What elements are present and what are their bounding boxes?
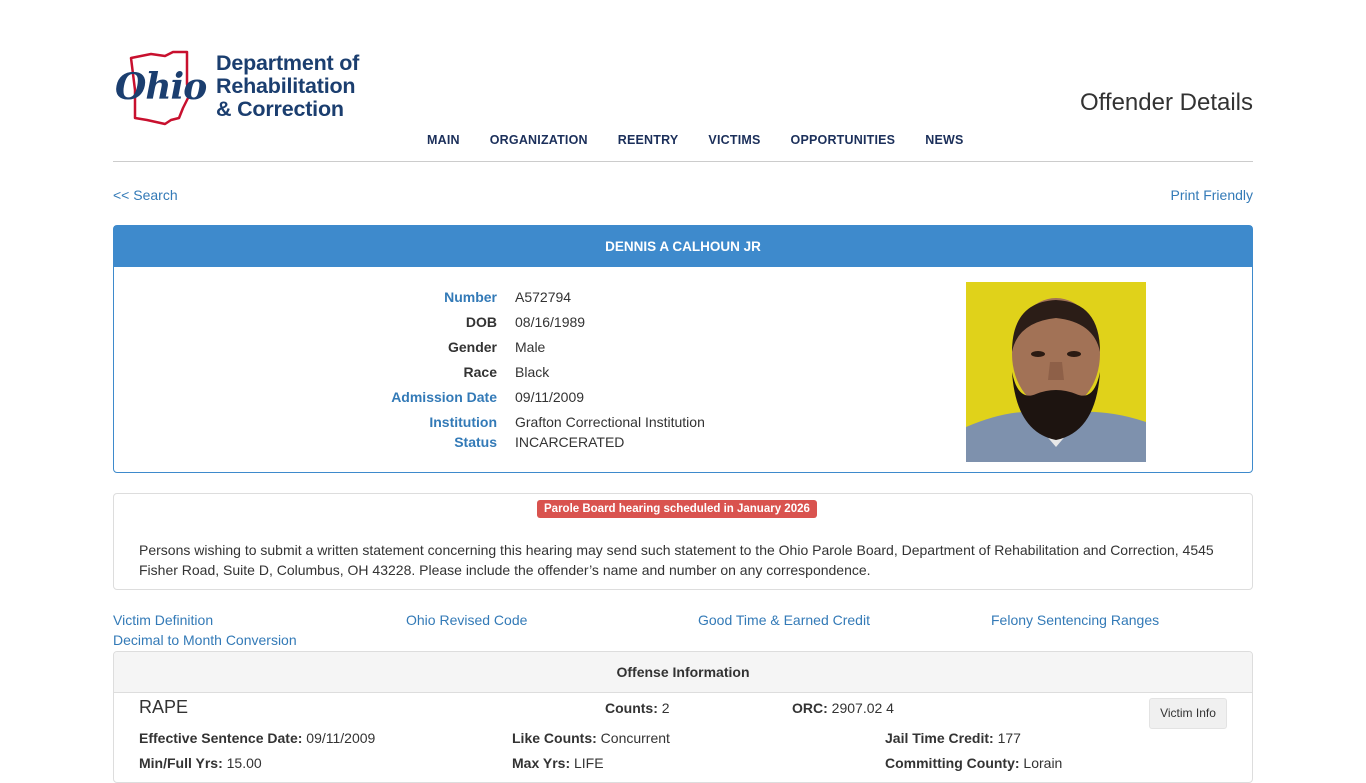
field-label-institution: Institution <box>429 414 497 430</box>
parole-hearing-badge: Parole Board hearing scheduled in Januar… <box>537 500 817 518</box>
field-value-race: Black <box>515 364 550 380</box>
like-counts-field: Like Counts: Concurrent <box>512 730 670 746</box>
field-label-gender: Gender <box>447 339 497 355</box>
field-value-status: INCARCERATED <box>515 434 625 450</box>
like-counts-value: Concurrent <box>600 730 670 746</box>
field-value-institution: Grafton Correctional Institution <box>515 414 705 430</box>
max-years-label: Max Yrs: <box>512 755 571 771</box>
print-friendly-link[interactable]: Print Friendly <box>1171 187 1253 203</box>
min-full-years-label: Min/Full Yrs: <box>139 755 223 771</box>
victim-definition-link[interactable]: Victim Definition <box>113 612 213 628</box>
logo-wordmark: Department of Rehabilitation & Correctio… <box>216 52 359 121</box>
orc-value: 2907.02 4 <box>831 700 894 716</box>
parole-notice-text: Persons wishing to submit a written stat… <box>139 542 1214 578</box>
logo-line-1: Department of <box>216 51 360 75</box>
offense-name: RAPE <box>139 697 189 717</box>
header-divider <box>113 161 1253 162</box>
logo-script-word: Ohio <box>115 66 207 108</box>
field-value-number: A572794 <box>515 289 572 305</box>
nav-reentry[interactable]: REENTRY <box>618 133 679 147</box>
field-label-number: Number <box>444 289 497 305</box>
logo-line-3: & Correction <box>216 97 344 121</box>
offender-panel: DENNIS A CALHOUN JR Number A572794 DOB 0… <box>113 225 1253 473</box>
good-time-earned-credit-link[interactable]: Good Time & Earned Credit <box>698 612 870 628</box>
main-nav: MAIN ORGANIZATION REENTRY VICTIMS OPPORT… <box>427 133 994 147</box>
effective-sentence-field: Effective Sentence Date: 09/11/2009 <box>139 730 375 746</box>
jail-time-credit-value: 177 <box>997 730 1021 746</box>
field-value-admission-date: 09/11/2009 <box>515 389 585 405</box>
nav-opportunities[interactable]: OPPORTUNITIES <box>791 133 896 147</box>
field-label-admission-date: Admission Date <box>391 389 497 405</box>
ohio-revised-code-link[interactable]: Ohio Revised Code <box>406 612 527 628</box>
field-label-race: Race <box>463 364 497 380</box>
nav-news[interactable]: NEWS <box>925 133 963 147</box>
min-full-years-field: Min/Full Yrs: 15.00 <box>139 755 262 771</box>
offense-panel: Offense Information RAPE Counts: 2 ORC: … <box>113 651 1253 783</box>
counts-value: 2 <box>661 700 670 716</box>
min-full-years-value: 15.00 <box>226 755 262 771</box>
logo-line-2: Rehabilitation <box>216 74 356 98</box>
jail-time-credit-label: Jail Time Credit: <box>885 730 994 746</box>
max-years-field: Max Yrs: LIFE <box>512 755 604 771</box>
felony-sentencing-ranges-link[interactable]: Felony Sentencing Ranges <box>991 612 1159 628</box>
effective-sentence-label: Effective Sentence Date: <box>139 730 303 746</box>
like-counts-label: Like Counts: <box>512 730 597 746</box>
nav-main[interactable]: MAIN <box>427 133 460 147</box>
jail-time-credit-field: Jail Time Credit: 177 <box>885 730 1021 746</box>
field-label-status: Status <box>454 434 497 450</box>
victim-info-button[interactable]: Victim Info <box>1149 698 1227 729</box>
field-value-gender: Male <box>515 339 546 355</box>
max-years-value: LIFE <box>574 755 604 771</box>
nav-victims[interactable]: VICTIMS <box>708 133 760 147</box>
offense-heading: Offense Information <box>114 652 1252 693</box>
page-title: Offender Details <box>1080 89 1253 116</box>
committing-county-label: Committing County: <box>885 755 1020 771</box>
decimal-to-month-conversion-link[interactable]: Decimal to Month Conversion <box>113 632 297 648</box>
back-to-search-link[interactable]: << Search <box>113 187 178 203</box>
offender-photo <box>966 282 1146 462</box>
nav-organization[interactable]: ORGANIZATION <box>490 133 588 147</box>
committing-county-value: Lorain <box>1023 755 1063 771</box>
parole-notice: Parole Board hearing scheduled in Januar… <box>113 493 1253 590</box>
committing-county-field: Committing County: Lorain <box>885 755 1062 771</box>
effective-sentence-value: 09/11/2009 <box>306 730 376 746</box>
counts-label: Counts: <box>605 700 658 716</box>
field-value-dob: 08/16/1989 <box>515 314 586 330</box>
counts-field: Counts: 2 <box>605 700 670 716</box>
orc-field: ORC: 2907.02 4 <box>792 700 894 716</box>
odrc-logo[interactable]: Ohio Department of Rehabilitation & Corr… <box>113 50 373 128</box>
orc-label: ORC: <box>792 700 828 716</box>
offender-name: DENNIS A CALHOUN JR <box>114 226 1252 267</box>
field-label-dob: DOB <box>465 314 497 330</box>
mugshot-image <box>966 282 1146 462</box>
